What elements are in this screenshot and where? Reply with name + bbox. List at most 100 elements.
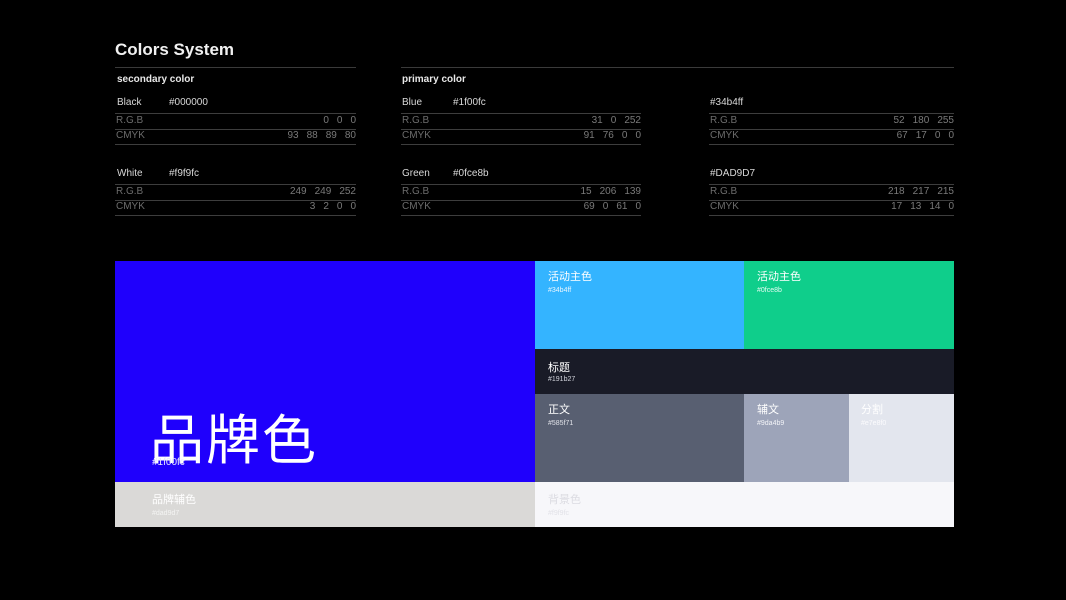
rgb-value: 217	[912, 186, 930, 197]
tile-code: #e7e8f0	[861, 420, 887, 427]
cmyk-value: 69	[583, 201, 595, 212]
cmyk-value: 76	[602, 130, 614, 141]
cmyk-value: 0	[635, 201, 641, 212]
rgb-value: 52	[893, 115, 905, 126]
cmyk-value: 2	[323, 201, 329, 212]
cmyk-value: 0	[350, 201, 356, 212]
cmyk-label: CMYK	[116, 130, 145, 141]
divider	[401, 67, 954, 68]
cmyk-row: CMYK 93 88 89 80	[115, 129, 356, 145]
rgb-value: 15	[580, 186, 592, 197]
rgb-value: 180	[912, 115, 930, 126]
aux-text-color-tile: 辅文 #9da4b9	[744, 394, 849, 482]
background-color-tile: 背景色 #f9f9fc	[535, 482, 954, 527]
divider	[115, 67, 356, 68]
cmyk-value: 0	[336, 201, 343, 212]
rgb-value: 0	[323, 115, 329, 126]
cmyk-value: 0	[948, 201, 954, 212]
brand-color-code: #1f00fc	[152, 457, 185, 468]
tile-title: 正文	[548, 404, 570, 416]
rgb-label: R.G.B	[402, 115, 430, 126]
heading-color-tile: 标题 #191b27	[535, 349, 954, 394]
rgb-label: R.G.B	[710, 115, 738, 126]
cmyk-value: 67	[896, 130, 908, 141]
rgb-value: 0	[350, 115, 356, 126]
cmyk-row: CMYK 67 17 0 0	[709, 129, 954, 145]
cmyk-label: CMYK	[402, 130, 431, 141]
rgb-row: R.G.B 249 249 252	[115, 184, 356, 201]
tile-title: 活动主色	[548, 271, 592, 283]
swatch-hex: #34b4ff	[710, 97, 744, 108]
cmyk-row: CMYK 3200	[115, 200, 356, 216]
rgb-row: R.G.B 15 206 139	[401, 184, 641, 201]
rgb-label: R.G.B	[116, 186, 144, 197]
cmyk-value: 0	[602, 201, 609, 212]
cmyk-value: 17	[891, 201, 903, 212]
tile-title: 背景色	[548, 494, 581, 506]
cmyk-label: CMYK	[116, 201, 145, 212]
rgb-value: 252	[624, 115, 641, 126]
rgb-label: R.G.B	[710, 186, 738, 197]
primary-color-label: primary color	[402, 74, 466, 85]
tile-title: 分割	[861, 404, 883, 416]
rgb-value: 218	[887, 186, 905, 197]
cmyk-value: 3	[309, 201, 316, 212]
cmyk-value: 0	[934, 130, 941, 141]
tile-code: #0fce8b	[757, 287, 782, 294]
rgb-value: 255	[937, 115, 954, 126]
secondary-color-label: secondary color	[117, 74, 195, 85]
cmyk-value: 61	[616, 201, 628, 212]
rgb-value: 0	[336, 115, 343, 126]
tile-code: #34b4ff	[548, 287, 572, 294]
swatch-hex: #1f00fc	[453, 97, 486, 108]
tile-code: #585f71	[548, 420, 574, 427]
swatch-hex: #000000	[169, 97, 208, 108]
rgb-value: 206	[599, 186, 617, 197]
cmyk-label: CMYK	[710, 201, 739, 212]
cmyk-row: CMYK 91 76 0 0	[401, 129, 641, 145]
cmyk-value: 93	[287, 130, 299, 141]
swatch-name: Blue	[402, 97, 423, 108]
cmyk-row: CMYK 17 13 14 0	[709, 200, 954, 216]
tile-code: #191b27	[548, 376, 576, 383]
tile-title: 活动主色	[757, 271, 801, 283]
cmyk-value: 0	[635, 130, 641, 141]
tile-title: 标题	[548, 362, 570, 374]
rgb-row: R.G.B 52 180 255	[709, 113, 954, 130]
cmyk-value: 91	[583, 130, 595, 141]
swatch-name: Black	[117, 97, 142, 108]
cmyk-value: 89	[325, 130, 337, 141]
cmyk-label: CMYK	[710, 130, 739, 141]
rgb-value: 139	[624, 186, 641, 197]
cmyk-value: 17	[915, 130, 927, 141]
rgb-value: 215	[937, 186, 954, 197]
body-text-color-tile: 正文 #585f71	[535, 394, 744, 482]
page-title: Colors System	[115, 40, 235, 59]
cmyk-label: CMYK	[402, 201, 431, 212]
active-color-tile-blue: 活动主色 #34b4ff	[535, 261, 744, 349]
rgb-value: 31	[591, 115, 603, 126]
tile-code: #dad9d7	[152, 510, 180, 517]
divider-color-tile: 分割 #e7e8f0	[849, 394, 954, 482]
rgb-value: 0	[610, 115, 617, 126]
swatch-hex: #f9f9fc	[169, 168, 200, 179]
active-color-tile-green: 活动主色 #0fce8b	[744, 261, 954, 349]
swatch-name: White	[117, 168, 143, 179]
tile-code: #9da4b9	[757, 420, 785, 427]
cmyk-value: 80	[344, 130, 356, 141]
cmyk-row: CMYK 69 0 61 0	[401, 200, 641, 216]
cmyk-value: 0	[621, 130, 628, 141]
cmyk-value: 13	[910, 201, 922, 212]
rgb-value: 249	[314, 186, 332, 197]
swatch-name: Green	[402, 168, 430, 179]
rgb-value: 249	[289, 186, 307, 197]
brand-aux-color-tile: 品牌辅色 #dad9d7	[115, 482, 535, 527]
rgb-label: R.G.B	[116, 115, 144, 126]
cmyk-value: 14	[929, 201, 941, 212]
swatch-hex: #0fce8b	[453, 168, 489, 179]
rgb-label: R.G.B	[402, 186, 430, 197]
cmyk-value: 88	[306, 130, 318, 141]
tile-title: 辅文	[757, 404, 779, 416]
rgb-value: 252	[339, 186, 356, 197]
tile-title: 品牌辅色	[152, 494, 196, 506]
